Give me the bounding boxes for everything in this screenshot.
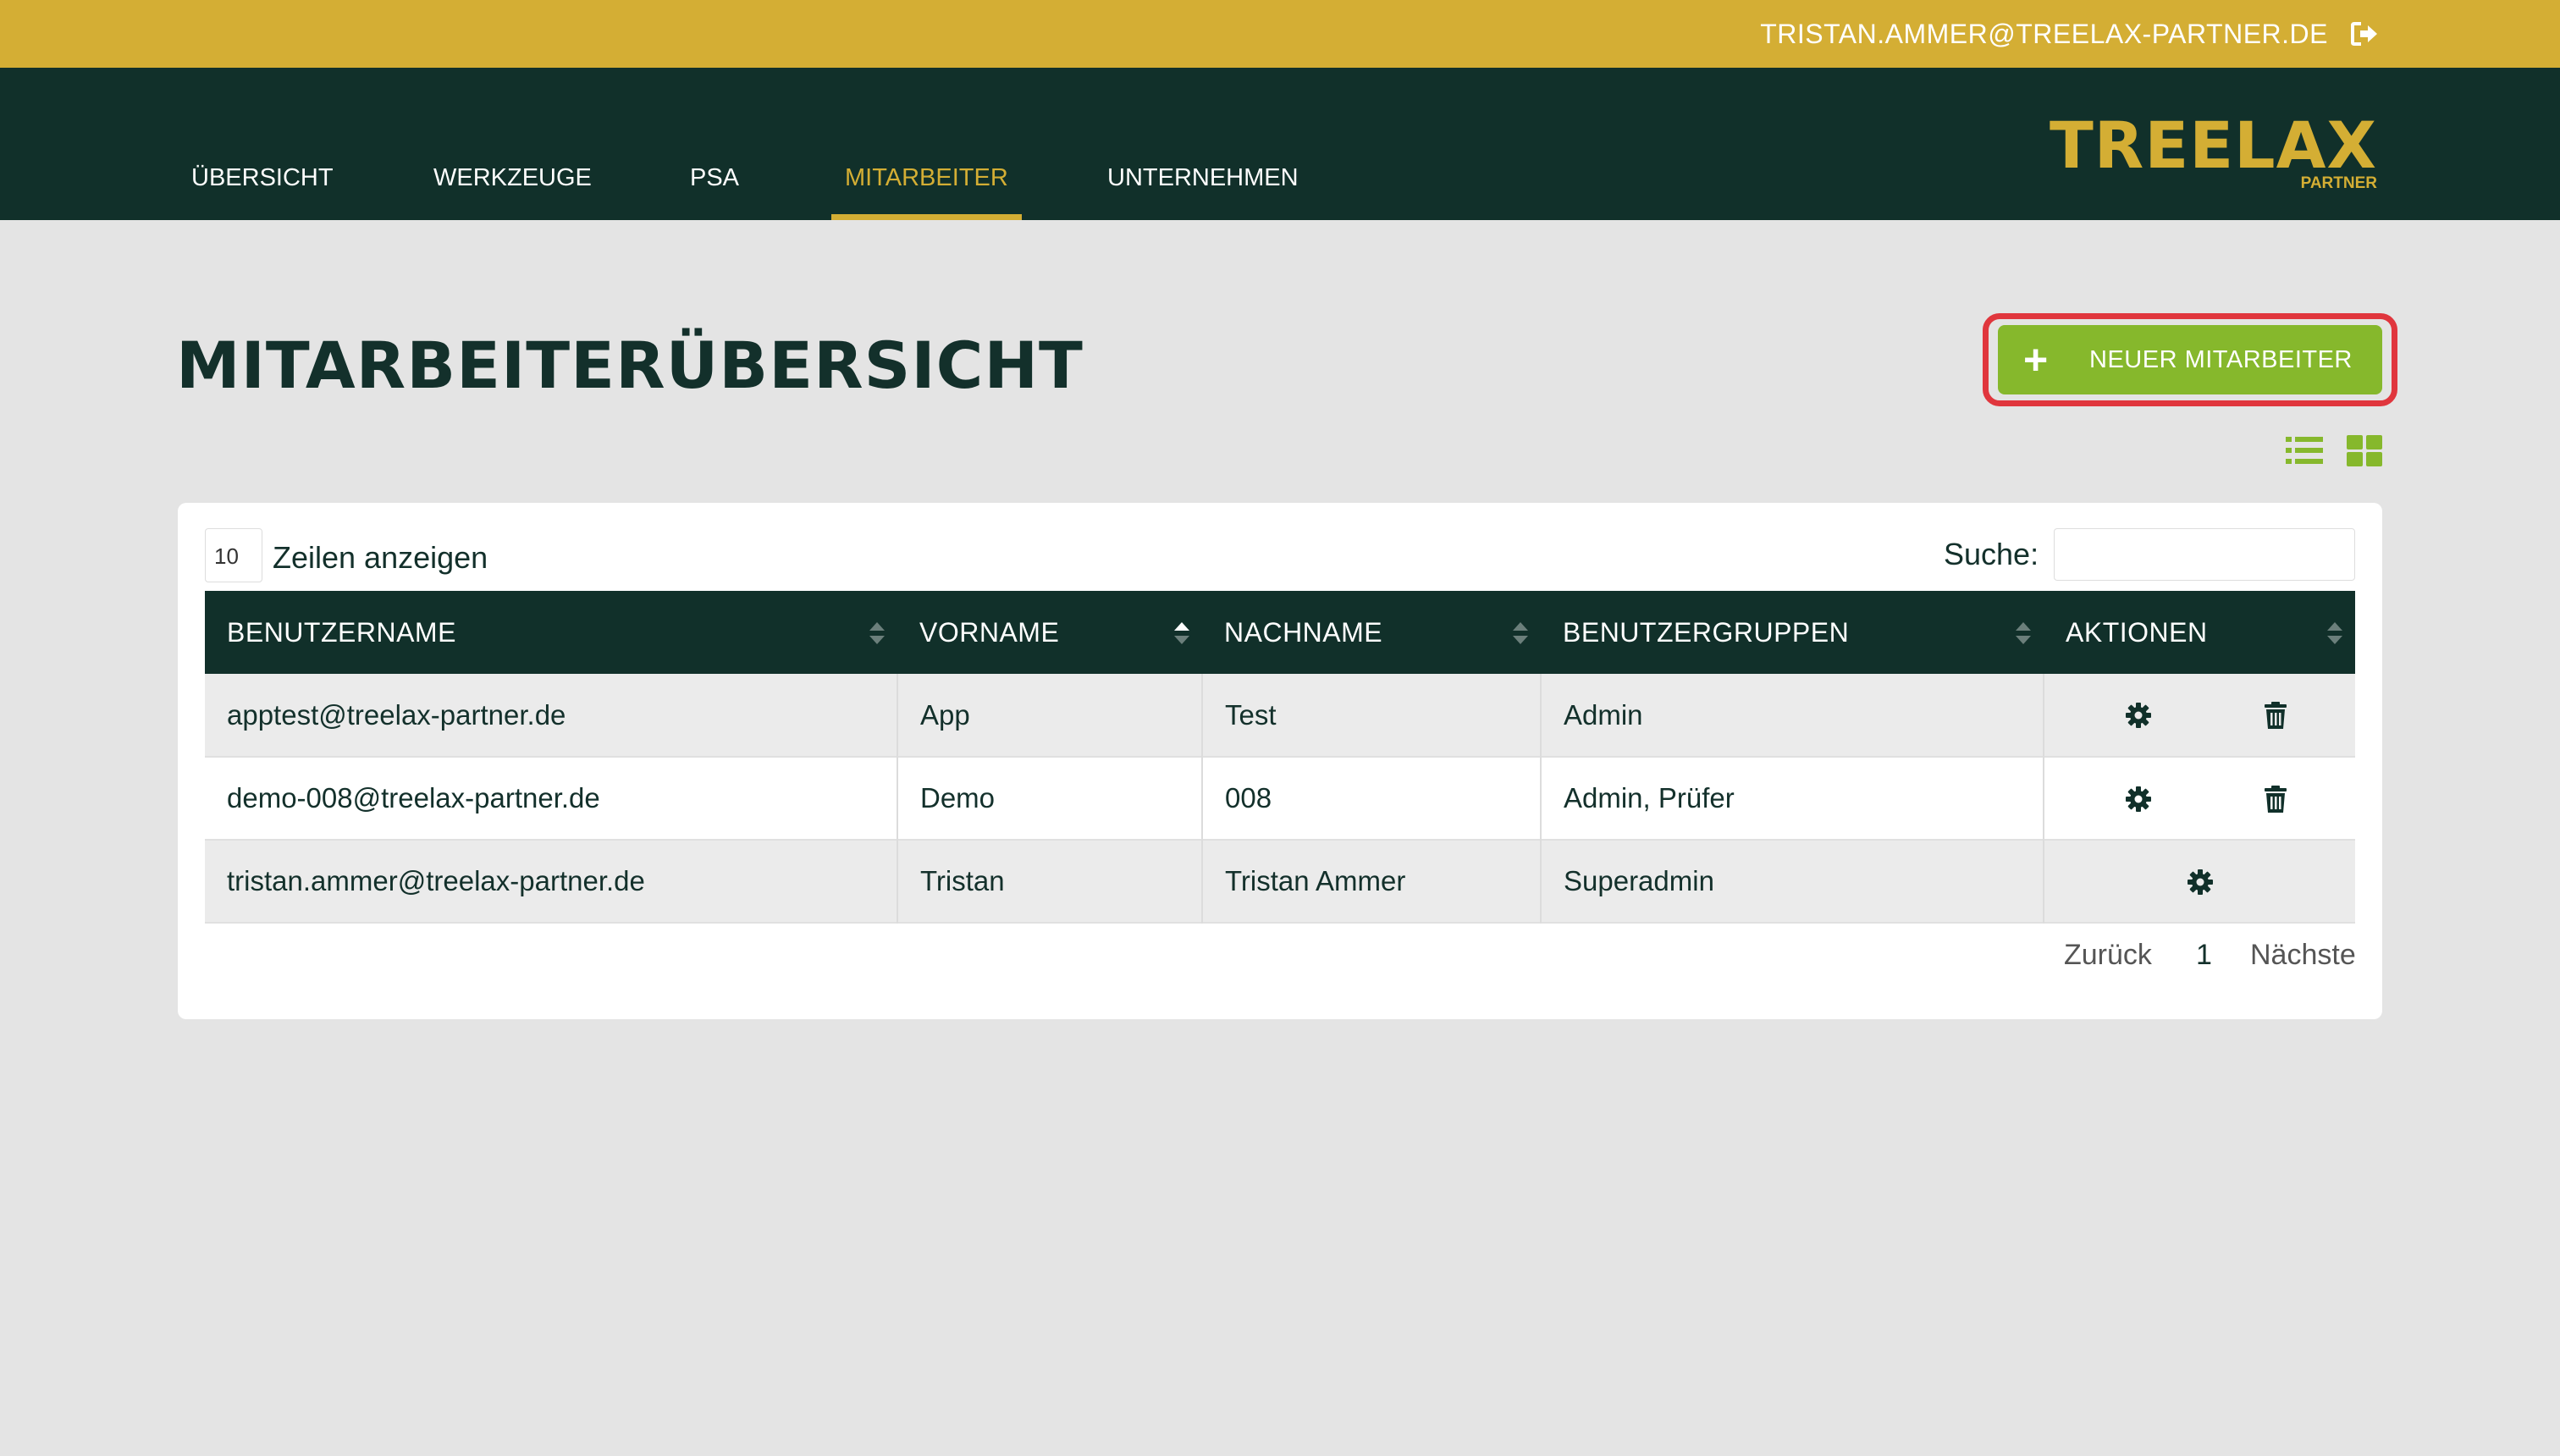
tab-psa[interactable]: PSA [690,152,739,220]
cell-firstname: Tristan [897,840,1203,923]
gear-icon[interactable] [2124,701,2153,730]
cell-lastname: Tristan Ammer [1202,840,1542,923]
table-row: apptest@treelax-partner.de App Test Admi… [205,674,2355,757]
sort-icon [869,622,885,644]
tab-uebersicht[interactable]: ÜBERSICHT [191,152,334,220]
column-header-aktionen[interactable]: AKTIONEN [2044,591,2355,674]
cell-actions [2044,757,2355,840]
table-header-row: BENUTZERNAME VORNAME NACHNAME BENUTZERGR… [205,591,2355,674]
grid-view-icon[interactable] [2347,433,2382,467]
tab-werkzeuge[interactable]: WERKZEUGE [433,152,592,220]
gear-icon[interactable] [2186,868,2215,896]
table-row: demo-008@treelax-partner.de Demo 008 Adm… [205,757,2355,840]
treelax-logo[interactable]: TREELAX PARTNER [2050,113,2377,193]
gear-icon[interactable] [2124,785,2153,813]
cell-groups: Admin [1541,674,2044,757]
sort-icon [2016,622,2031,644]
top-bar: TRISTAN.AMMER@TREELAX-PARTNER.DE [0,0,2560,68]
tab-mitarbeiter[interactable]: MITARBEITER [831,152,1022,220]
sort-icon [1513,622,1528,644]
page-title: MITARBEITERÜBERSICHT [176,328,1084,403]
employee-table: BENUTZERNAME VORNAME NACHNAME BENUTZERGR… [205,591,2355,924]
cell-groups: Admin, Prüfer [1541,757,2044,840]
search-input[interactable] [2054,528,2355,581]
cell-firstname: Demo [897,757,1203,840]
new-employee-button[interactable]: + NEUER MITARBEITER [1998,325,2382,394]
employee-table-card: 10 Zeilen anzeigen Suche: BENUTZERNAME V… [178,503,2382,1019]
column-header-benutzername[interactable]: BENUTZERNAME [205,591,897,674]
list-view-icon[interactable] [2286,433,2323,467]
user-email[interactable]: TRISTAN.AMMER@TREELAX-PARTNER.DE [1760,0,2328,68]
pagination-prev[interactable]: Zurück [2064,936,2152,973]
cell-lastname: 008 [1202,757,1542,840]
cell-firstname: App [897,674,1203,757]
column-header-benutzergruppen[interactable]: BENUTZERGRUPPEN [1541,591,2044,674]
plus-icon: + [2023,336,2049,383]
cell-lastname: Test [1202,674,1542,757]
pagination-current-page[interactable]: 1 [2196,936,2212,973]
new-employee-button-label: NEUER MITARBEITER [2089,346,2353,373]
active-tab-underline [831,214,1022,220]
cell-actions [2044,674,2355,757]
column-header-nachname[interactable]: NACHNAME [1202,591,1541,674]
column-header-vorname[interactable]: VORNAME [897,591,1202,674]
cell-username: tristan.ammer@treelax-partner.de [205,840,898,923]
page-length-label: Zeilen anzeigen [273,540,488,575]
logout-icon[interactable] [2350,20,2379,47]
cell-username: demo-008@treelax-partner.de [205,757,898,840]
search-label: Suche: [1944,537,2039,571]
pagination-next[interactable]: Nächste [2250,936,2356,973]
main-nav: ÜBERSICHT WERKZEUGE PSA MITARBEITER UNTE… [0,68,2560,220]
sort-ascending-icon [1174,622,1189,644]
trash-icon[interactable] [2261,701,2290,730]
cell-username: apptest@treelax-partner.de [205,674,898,757]
tab-unternehmen[interactable]: UNTERNEHMEN [1107,152,1299,220]
cell-groups: Superadmin [1541,840,2044,923]
trash-icon[interactable] [2261,785,2290,813]
table-row: tristan.ammer@treelax-partner.de Tristan… [205,840,2355,923]
page-length-select[interactable]: 10 [205,528,262,582]
sort-icon [2327,622,2342,644]
cell-actions [2044,840,2355,923]
logo-brand: TREELAX [2049,108,2377,183]
